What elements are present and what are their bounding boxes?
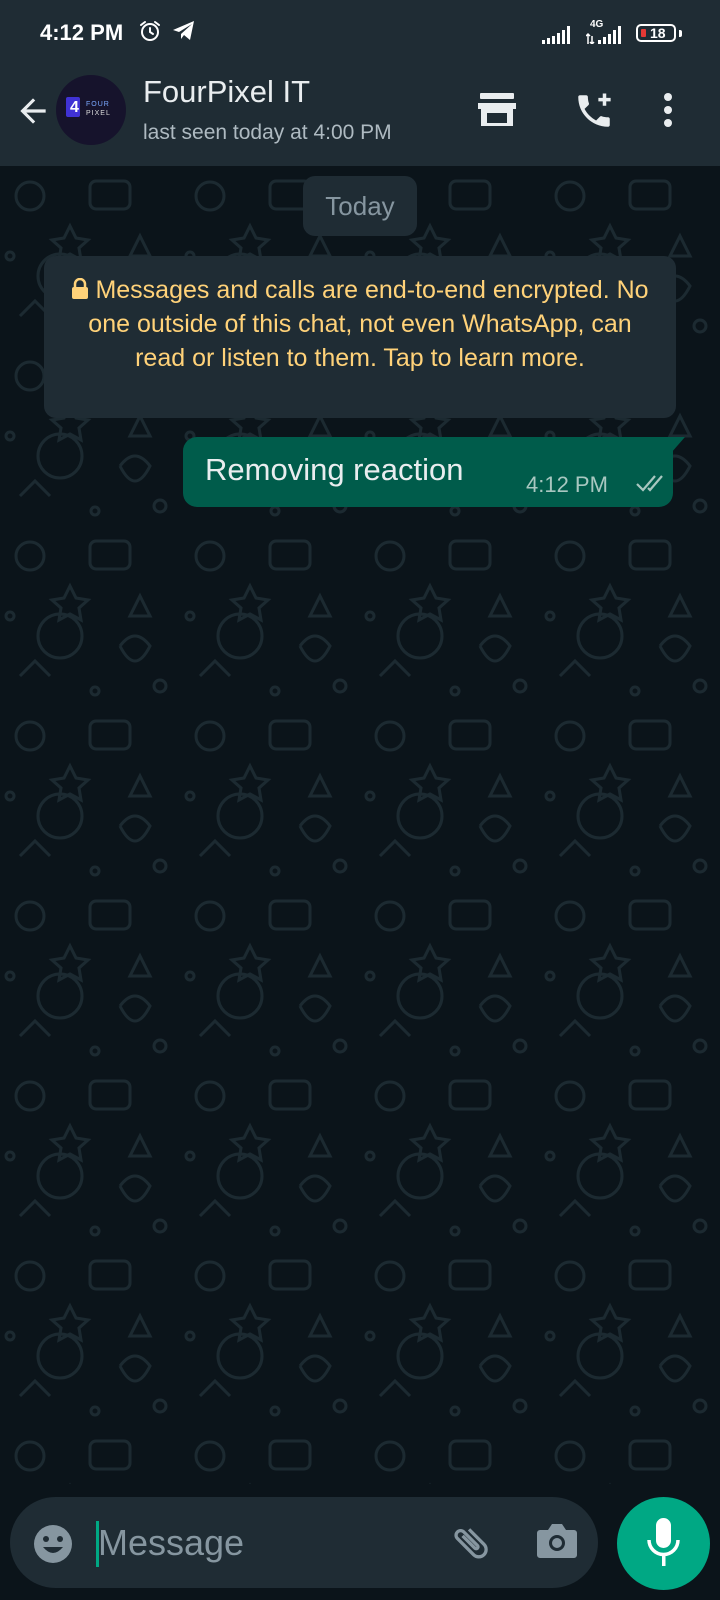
date-chip: Today xyxy=(303,176,417,236)
message-text: Removing reaction xyxy=(205,452,464,487)
message-time: 4:12 PM xyxy=(526,472,608,497)
mic-button[interactable] xyxy=(617,1497,710,1590)
lock-icon xyxy=(72,278,89,299)
encryption-notice-text: Messages and calls are end-to-end encryp… xyxy=(88,276,649,372)
chat-area[interactable]: Today Messages and calls are end-to-end … xyxy=(0,166,720,1484)
double-check-icon xyxy=(636,475,663,492)
emoji-icon[interactable] xyxy=(32,1523,74,1565)
nav-bar xyxy=(0,1590,720,1600)
avatar-logo-line2: PIXEL xyxy=(86,110,111,117)
chat-header: 4 FOUR PIXEL FourPixel IT last seen toda… xyxy=(0,66,720,166)
store-icon[interactable] xyxy=(478,93,516,127)
add-call-icon[interactable] xyxy=(572,90,616,132)
telegram-icon xyxy=(173,21,194,40)
alarm-icon xyxy=(140,21,160,41)
status-time: 4:12 PM xyxy=(40,20,124,45)
battery-level: 18 xyxy=(650,25,666,41)
last-seen-status[interactable]: last seen today at 4:00 PM xyxy=(143,121,392,145)
status-bar: 4:12 PM 4G 18 xyxy=(0,0,720,66)
battery-icon: 18 xyxy=(636,24,676,42)
avatar-logo-number: 4 xyxy=(70,99,79,116)
contact-name[interactable]: FourPixel IT xyxy=(143,74,310,110)
message-input[interactable]: Message xyxy=(98,1515,428,1571)
bubble-tail xyxy=(671,437,685,453)
message-composer: Message xyxy=(10,1497,598,1588)
outgoing-message-bubble[interactable]: Removing reaction 4:12 PM xyxy=(183,437,685,507)
more-vert-icon[interactable] xyxy=(663,92,673,128)
back-arrow-icon[interactable] xyxy=(14,92,52,130)
avatar-logo-line1: FOUR xyxy=(86,101,110,108)
avatar[interactable]: 4 FOUR PIXEL xyxy=(56,75,126,145)
camera-icon[interactable] xyxy=(536,1522,578,1560)
encryption-notice[interactable]: Messages and calls are end-to-end encryp… xyxy=(44,256,676,418)
attach-icon[interactable] xyxy=(448,1521,494,1565)
signal-icon xyxy=(542,26,570,44)
signal-4g-icon xyxy=(586,26,621,44)
battery-cap xyxy=(679,30,682,37)
mic-icon xyxy=(647,1518,680,1566)
